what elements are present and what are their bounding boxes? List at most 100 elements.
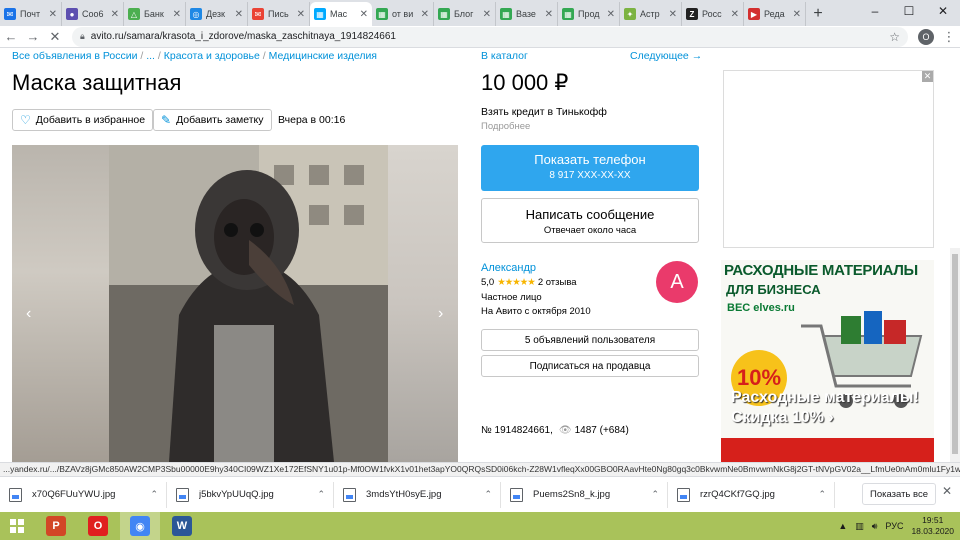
stop-icon[interactable]: ✕ xyxy=(44,26,66,48)
tab-close-icon[interactable]: ✕ xyxy=(731,9,739,20)
network-icon[interactable]: ▥ xyxy=(855,521,864,532)
avatar[interactable]: A xyxy=(656,261,698,303)
eye-icon: 👁︎ xyxy=(558,425,572,436)
url-text[interactable]: avito.ru/samara/krasota_i_zdorove/maska_… xyxy=(91,31,889,42)
chevron-up-icon[interactable]: ⌃ xyxy=(651,489,659,500)
tray-up-icon[interactable]: ▲ xyxy=(838,521,847,531)
start-button[interactable] xyxy=(0,512,34,540)
close-window-button[interactable]: ✕ xyxy=(926,0,960,22)
new-tab-button[interactable]: + xyxy=(806,2,830,26)
add-favorite-button[interactable]: ♡ Добавить в избранное xyxy=(12,109,154,131)
browser-tab[interactable]: ◎ Дезк ✕ xyxy=(186,2,248,26)
tab-close-icon[interactable]: ✕ xyxy=(173,9,181,20)
show-all-downloads-button[interactable]: Показать все xyxy=(862,483,936,505)
page-title: Маска защитная xyxy=(12,70,182,95)
menu-icon[interactable]: ⋮ xyxy=(938,26,960,48)
write-message-label: Написать сообщение xyxy=(525,207,655,222)
browser-tab[interactable]: ▦ Блог ✕ xyxy=(434,2,496,26)
tab-close-icon[interactable]: ✕ xyxy=(297,9,305,20)
address-bar[interactable]: 🔒︎ avito.ru/samara/krasota_i_zdorove/mas… xyxy=(72,26,908,47)
tab-close-icon[interactable]: ✕ xyxy=(360,9,368,20)
breadcrumb-item[interactable]: Медицинские изделия xyxy=(269,50,377,62)
browser-tab[interactable]: ▦ Мас ✕ xyxy=(310,2,372,26)
breadcrumb-item[interactable]: Все объявления в России xyxy=(12,50,137,62)
ad-banner[interactable]: РАСХОДНЫЕ МАТЕРИАЛЫ ДЛЯ БИЗНЕСА ВЕС elve… xyxy=(721,260,934,462)
browser-tab[interactable]: ✦ Астр ✕ xyxy=(620,2,682,26)
download-item[interactable]: x70Q6FUuYWU.jpg ⌃ xyxy=(9,481,167,508)
download-item[interactable]: rzrQ4CKf7GQ.jpg ⌃ xyxy=(677,481,835,508)
reviews-link[interactable]: 2 отзыва xyxy=(538,277,577,288)
tab-close-icon[interactable]: ✕ xyxy=(421,9,429,20)
bookmark-star-icon[interactable]: ☆ xyxy=(889,30,900,44)
credit-more-link[interactable]: Подробнее xyxy=(481,121,530,132)
ad-slot-top[interactable]: ✕ xyxy=(723,70,934,248)
add-note-button[interactable]: ✎ Добавить заметку xyxy=(153,109,272,131)
browser-tab[interactable]: ▦ Вазе ✕ xyxy=(496,2,558,26)
download-item[interactable]: j5bkvYpUUqQ.jpg ⌃ xyxy=(176,481,334,508)
image-file-icon xyxy=(176,487,189,502)
minimize-button[interactable]: – xyxy=(858,0,892,22)
tab-close-icon[interactable]: ✕ xyxy=(235,9,243,20)
page-scrollbar[interactable] xyxy=(950,248,960,462)
seller-name[interactable]: Александр xyxy=(481,262,536,274)
photo-gallery[interactable]: ‹ › xyxy=(12,145,458,462)
breadcrumb: Все объявления в России / ... / Красота … xyxy=(12,50,377,62)
close-ad-icon[interactable]: ✕ xyxy=(922,71,933,82)
tab-close-icon[interactable]: ✕ xyxy=(669,9,677,20)
browser-tab[interactable]: ✉ Почт ✕ xyxy=(0,2,62,26)
profile-avatar[interactable]: O xyxy=(918,28,934,45)
language-indicator[interactable]: РУС xyxy=(885,521,903,531)
clock[interactable]: 19:51 18.03.2020 xyxy=(911,515,954,537)
add-note-label: Добавить заметку xyxy=(176,114,264,126)
taskbar-app-powerpoint[interactable]: P xyxy=(36,512,76,540)
forward-icon[interactable]: → xyxy=(22,26,44,48)
tab-close-icon[interactable]: ✕ xyxy=(483,9,491,20)
download-item[interactable]: 3mdsYtH0syE.jpg ⌃ xyxy=(343,481,501,508)
browser-tab[interactable]: ▦ от ви ✕ xyxy=(372,2,434,26)
chevron-up-icon[interactable]: ⌃ xyxy=(317,489,325,500)
browser-tab[interactable]: Z Росс ✕ xyxy=(682,2,744,26)
maximize-button[interactable]: ☐ xyxy=(892,0,926,22)
catalog-link[interactable]: В каталог xyxy=(481,50,528,62)
back-icon[interactable]: ← xyxy=(0,26,22,48)
tab-close-icon[interactable]: ✕ xyxy=(793,9,801,20)
tab-close-icon[interactable]: ✕ xyxy=(111,9,119,20)
tab-favicon-icon: ✉ xyxy=(4,8,16,20)
taskbar-app-chrome[interactable]: ◉ xyxy=(120,512,160,540)
ad-ribbon xyxy=(721,438,934,462)
breadcrumb-item[interactable]: Красота и здоровье xyxy=(164,50,260,62)
chevron-up-icon[interactable]: ⌃ xyxy=(818,489,826,500)
browser-tab[interactable]: ▦ Прод ✕ xyxy=(558,2,620,26)
browser-tab[interactable]: ● Coo6 ✕ xyxy=(62,2,124,26)
downloads-bar: x70Q6FUuYWU.jpg ⌃ j5bkvYpUUqQ.jpg ⌃ 3mdsYtH0… xyxy=(0,476,960,512)
tab-close-icon[interactable]: ✕ xyxy=(49,9,57,20)
tab-label: Мас xyxy=(330,9,348,19)
tab-label: Пись xyxy=(268,9,289,19)
tab-close-icon[interactable]: ✕ xyxy=(607,9,615,20)
chevron-up-icon[interactable]: ⌃ xyxy=(484,489,492,500)
status-url: ...yandex.ru/.../BZAVz8jGMc850AW2CMP3Sbu… xyxy=(0,462,960,476)
next-listing-link[interactable]: Следующее → xyxy=(630,50,702,62)
breadcrumb-item[interactable]: ... xyxy=(146,50,155,62)
write-message-button[interactable]: Написать сообщение Отвечает около часа xyxy=(481,198,699,243)
gallery-prev-arrow[interactable]: ‹ xyxy=(26,305,31,323)
browser-tab[interactable]: ▶ Реда ✕ xyxy=(744,2,806,26)
browser-tab[interactable]: △ Банк ✕ xyxy=(124,2,186,26)
user-ads-button[interactable]: 5 объявлений пользователя xyxy=(481,329,699,351)
gallery-next-arrow[interactable]: › xyxy=(438,305,443,323)
download-item[interactable]: Puems2Sn8_k.jpg ⌃ xyxy=(510,481,668,508)
volume-icon[interactable]: 🔊︎ xyxy=(872,521,878,532)
chevron-up-icon[interactable]: ⌃ xyxy=(150,489,158,500)
credit-offer[interactable]: Взять кредит в Тинькофф xyxy=(481,106,607,118)
tab-close-icon[interactable]: ✕ xyxy=(545,9,553,20)
taskbar-app-word[interactable]: W xyxy=(162,512,202,540)
tab-favicon-icon: Z xyxy=(686,8,698,20)
note-icon: ✎ xyxy=(161,113,172,127)
scrollbar-thumb[interactable] xyxy=(952,254,958,454)
taskbar-app-opera[interactable]: O xyxy=(78,512,118,540)
close-downloads-icon[interactable]: ✕ xyxy=(942,484,952,498)
browser-tab[interactable]: ✉ Пись ✕ xyxy=(248,2,310,26)
subscribe-seller-button[interactable]: Подписаться на продавца xyxy=(481,355,699,377)
show-phone-button[interactable]: Показать телефон 8 917 XXX-XX-XX xyxy=(481,145,699,191)
listing-photo[interactable] xyxy=(109,145,388,462)
